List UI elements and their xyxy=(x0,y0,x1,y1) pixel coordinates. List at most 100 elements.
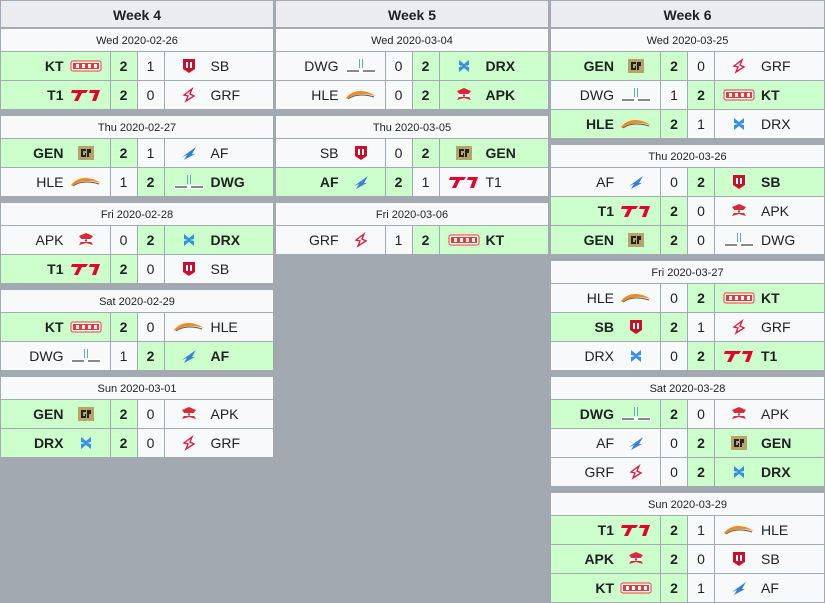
week-header: Week 4 xyxy=(0,0,274,28)
day-date: Sat 2020-02-29 xyxy=(0,289,274,313)
team1-name[interactable]: SB xyxy=(320,145,339,161)
team1-name[interactable]: AF xyxy=(596,435,614,451)
match-row: HLE 2 1 DRX xyxy=(550,110,825,139)
team2-name[interactable]: DRX xyxy=(761,464,791,480)
team1-name[interactable]: GEN xyxy=(33,406,63,422)
team1-cell: HLE xyxy=(551,110,660,138)
team1-cell: GRF xyxy=(551,458,660,486)
team1-name[interactable]: GRF xyxy=(584,464,614,480)
team1-score: 0 xyxy=(660,168,687,196)
team2-score: 1 xyxy=(411,168,440,196)
af-logo-icon xyxy=(723,579,755,597)
team1-name[interactable]: T1 xyxy=(598,203,614,219)
team1-name[interactable]: KT xyxy=(45,319,64,335)
team2-name[interactable]: APK xyxy=(486,87,516,103)
team2-name[interactable]: DRX xyxy=(761,116,791,132)
team1-name[interactable]: AF xyxy=(596,174,614,190)
team2-name[interactable]: KT xyxy=(486,232,505,248)
apk-logo-icon xyxy=(723,405,755,423)
team1-name[interactable]: T1 xyxy=(47,261,63,277)
team2-name[interactable]: HLE xyxy=(761,522,788,538)
team2-cell: HLE xyxy=(715,516,824,544)
team1-name[interactable]: SB xyxy=(595,319,614,335)
team1-cell: APK xyxy=(1,226,110,254)
team1-name[interactable]: HLE xyxy=(311,87,338,103)
team2-name[interactable]: APK xyxy=(761,406,789,422)
team2-name[interactable]: APK xyxy=(761,203,789,219)
team1-name[interactable]: DWG xyxy=(29,348,63,364)
team1-cell: DWG xyxy=(276,52,385,80)
hle-logo-icon xyxy=(620,289,652,307)
team2-name[interactable]: DWG xyxy=(761,232,795,248)
team2-name[interactable]: AF xyxy=(211,348,230,364)
team1-name[interactable]: HLE xyxy=(36,174,63,190)
team1-name[interactable]: KT xyxy=(595,580,614,596)
team1-score: 2 xyxy=(660,516,687,544)
team1-score: 0 xyxy=(384,81,412,109)
team1-name[interactable]: HLE xyxy=(587,290,614,306)
team1-name[interactable]: T1 xyxy=(598,522,614,538)
team1-name[interactable]: GEN xyxy=(584,232,614,248)
team1-score: 2 xyxy=(109,313,137,341)
team2-score: 2 xyxy=(687,168,715,196)
team1-score: 1 xyxy=(109,342,137,370)
team2-name[interactable]: AF xyxy=(761,580,779,596)
team2-cell: KT xyxy=(715,81,824,109)
team1-name[interactable]: HLE xyxy=(586,116,614,132)
team2-score: 0 xyxy=(687,400,715,428)
day-date: Fri 2020-02-28 xyxy=(0,202,274,226)
team1-name[interactable]: AF xyxy=(320,174,339,190)
team2-score: 0 xyxy=(136,81,165,109)
team2-name[interactable]: T1 xyxy=(761,348,777,364)
team1-name[interactable]: DWG xyxy=(580,406,614,422)
match-row: GEN 2 0 DWG xyxy=(550,226,825,255)
team1-name[interactable]: GRF xyxy=(309,232,339,248)
team2-name[interactable]: GRF xyxy=(211,87,241,103)
team1-name[interactable]: DRX xyxy=(584,348,614,364)
team1-score: 2 xyxy=(109,139,137,167)
team1-name[interactable]: DRX xyxy=(34,435,64,451)
team2-name[interactable]: HLE xyxy=(211,319,238,335)
team2-score: 1 xyxy=(136,52,165,80)
team2-name[interactable]: SB xyxy=(761,174,780,190)
team2-name[interactable]: DRX xyxy=(211,232,241,248)
team2-name[interactable]: GRF xyxy=(211,435,241,451)
team2-name[interactable]: DWG xyxy=(211,174,245,190)
team1-name[interactable]: T1 xyxy=(47,87,63,103)
team2-name[interactable]: GEN xyxy=(761,435,791,451)
team2-score: 2 xyxy=(136,168,165,196)
team2-name[interactable]: SB xyxy=(211,261,230,277)
day-date: Wed 2020-03-04 xyxy=(275,28,549,52)
team2-name[interactable]: KT xyxy=(761,290,780,306)
team1-score: 2 xyxy=(109,255,137,283)
team1-cell: KT xyxy=(551,574,660,602)
team2-name[interactable]: T1 xyxy=(486,174,502,190)
team1-score: 0 xyxy=(384,139,412,167)
team2-name[interactable]: SB xyxy=(761,551,780,567)
match-row: DWG 1 2 KT xyxy=(550,81,825,110)
team2-name[interactable]: GEN xyxy=(486,145,516,161)
team2-name[interactable]: GRF xyxy=(761,58,791,74)
match-day: Sat 2020-02-29 KT 2 0 HLE DWG 1 2 AF xyxy=(0,289,274,371)
team2-cell: DRX xyxy=(715,110,824,138)
team1-name[interactable]: GEN xyxy=(33,145,63,161)
apk-logo-icon xyxy=(723,202,755,220)
team2-name[interactable]: KT xyxy=(761,87,780,103)
team1-name[interactable]: DWG xyxy=(580,87,614,103)
team2-name[interactable]: APK xyxy=(211,406,239,422)
team2-name[interactable]: DRX xyxy=(486,58,516,74)
team1-name[interactable]: GEN xyxy=(584,58,614,74)
match-day: Sun 2020-03-29 T1 2 1 HLE APK 2 0 SB KT 2 1 AF xyxy=(550,492,825,603)
team1-name[interactable]: APK xyxy=(35,232,63,248)
team1-cell: DWG xyxy=(551,81,660,109)
match-row: DWG 0 2 DRX xyxy=(275,52,549,81)
grf-logo-icon xyxy=(345,231,377,249)
af-logo-icon xyxy=(345,173,377,191)
team1-name[interactable]: KT xyxy=(45,58,64,74)
match-row: GRF 1 2 KT xyxy=(275,226,549,255)
team2-name[interactable]: GRF xyxy=(761,319,791,335)
team2-name[interactable]: SB xyxy=(211,58,230,74)
team1-name[interactable]: DWG xyxy=(304,58,338,74)
team2-name[interactable]: AF xyxy=(211,145,229,161)
team1-name[interactable]: APK xyxy=(584,551,614,567)
